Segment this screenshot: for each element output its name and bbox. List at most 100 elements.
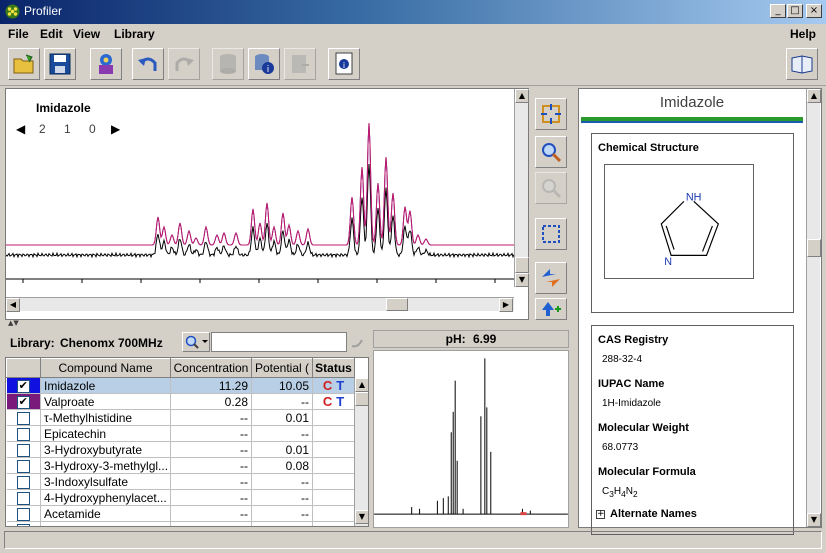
search-mode-button[interactable]: [182, 332, 210, 352]
col-concentration[interactable]: Concentration: [170, 358, 252, 378]
table-row[interactable]: τ-Methylhistidine -- 0.01: [6, 409, 355, 426]
zoom-in-button[interactable]: [535, 136, 567, 168]
table-row[interactable]: Acetamide -- --: [6, 505, 355, 522]
table-row[interactable]: 4-Hydroxyphenylacet... -- --: [6, 489, 355, 506]
menu-edit[interactable]: Edit: [40, 27, 63, 41]
status-c-badge[interactable]: C: [323, 394, 332, 409]
menu-file[interactable]: File: [8, 27, 29, 41]
info-v-scrollbar[interactable]: ▲ ▼: [806, 89, 821, 527]
row-checkbox[interactable]: [16, 427, 30, 441]
export-button[interactable]: [284, 48, 316, 80]
row-checkbox-cell[interactable]: [6, 441, 41, 458]
database-info-button[interactable]: i: [248, 48, 280, 80]
row-checkbox[interactable]: [16, 411, 30, 425]
row-checkbox[interactable]: [16, 491, 30, 505]
info-scroll-up-icon[interactable]: ▲: [807, 89, 821, 103]
menu-help[interactable]: Help: [790, 27, 816, 41]
close-button[interactable]: ×: [806, 4, 822, 18]
overview-spectrum[interactable]: [373, 350, 569, 528]
shift-button[interactable]: [535, 262, 567, 294]
concentration-value: --: [170, 441, 252, 458]
row-checkbox[interactable]: [16, 507, 30, 521]
row-checkbox[interactable]: ✔: [16, 379, 30, 393]
row-checkbox-cell[interactable]: [6, 457, 41, 474]
row-checkbox-cell[interactable]: [6, 409, 41, 426]
table-row[interactable]: 3-Hydroxy-3-methylgl... -- 0.08: [6, 457, 355, 474]
database-button[interactable]: [212, 48, 244, 80]
fit-view-button[interactable]: [535, 98, 567, 130]
v-scroll-thumb[interactable]: [515, 257, 529, 273]
nav-next-icon[interactable]: ▶: [111, 122, 121, 136]
status-c-badge[interactable]: C: [323, 378, 332, 393]
status-bar: [4, 531, 822, 549]
splitter-arrows[interactable]: ▲▼: [8, 320, 28, 327]
library-search-input[interactable]: [211, 332, 347, 352]
row-checkbox[interactable]: [16, 523, 30, 526]
redo-button[interactable]: [168, 48, 200, 80]
save-button[interactable]: [44, 48, 76, 80]
table-row[interactable]: [6, 521, 355, 526]
row-checkbox-cell[interactable]: [6, 473, 41, 490]
spectrum-plot[interactable]: Imidazole ◀ 2 1 0 ▶ 1.55 1.50 1.45 1.40 1.35…: [6, 89, 514, 287]
row-checkbox[interactable]: ✔: [16, 395, 30, 409]
col-potential[interactable]: Potential (: [251, 358, 313, 378]
toolbar: i i: [0, 44, 826, 86]
potential-value: [251, 521, 313, 526]
row-checkbox[interactable]: [16, 475, 30, 489]
menu-library[interactable]: Library: [114, 27, 155, 41]
alternate-names-toggle[interactable]: +: [596, 510, 605, 519]
nav-prev-icon[interactable]: ◀: [16, 122, 26, 136]
profile-button[interactable]: [90, 48, 122, 80]
alternate-names-label[interactable]: Alternate Names: [610, 508, 697, 520]
scroll-up-icon[interactable]: ▲: [515, 89, 529, 103]
row-checkbox[interactable]: [16, 443, 30, 457]
table-scroll-thumb[interactable]: [355, 392, 368, 406]
add-compound-button[interactable]: [535, 298, 567, 320]
open-button[interactable]: [8, 48, 40, 80]
table-row[interactable]: ✔ Valproate 0.28 -- C T: [6, 393, 355, 410]
ph-label: pH:: [445, 332, 466, 346]
h-scroll-thumb[interactable]: [386, 298, 408, 311]
table-scroll-down-icon[interactable]: ▼: [355, 510, 368, 524]
row-checkbox-cell[interactable]: ✔: [6, 393, 41, 410]
row-checkbox-cell[interactable]: ✔: [6, 377, 41, 394]
level-2[interactable]: 2: [39, 122, 46, 136]
status-t-badge[interactable]: T: [336, 394, 344, 409]
row-checkbox[interactable]: [16, 459, 30, 473]
library-book-button[interactable]: [786, 48, 818, 80]
table-row[interactable]: 3-Hydroxybutyrate -- 0.01: [6, 441, 355, 458]
maximize-button[interactable]: □: [787, 4, 803, 18]
row-checkbox-cell[interactable]: [6, 425, 41, 442]
scroll-left-icon[interactable]: ◀: [6, 298, 20, 312]
row-checkbox-cell[interactable]: [6, 489, 41, 506]
level-0[interactable]: 0: [89, 122, 96, 136]
info-scroll-thumb[interactable]: [807, 239, 821, 257]
col-status[interactable]: Status: [312, 358, 355, 378]
status-cell: CT: [312, 393, 355, 410]
level-1[interactable]: 1: [64, 122, 71, 136]
col-compound-name[interactable]: Compound Name: [40, 358, 171, 378]
spectrum-v-scrollbar[interactable]: ▲ ▼: [514, 89, 529, 287]
window-title: Profiler: [24, 4, 63, 18]
row-checkbox-cell[interactable]: [6, 521, 41, 526]
table-row[interactable]: ✔ Imidazole 11.29 10.05 C T: [6, 377, 355, 394]
undo-button[interactable]: [132, 48, 164, 80]
table-row[interactable]: 3-Indoxylsulfate -- --: [6, 473, 355, 490]
minimize-button[interactable]: _: [770, 4, 786, 18]
clear-search-button[interactable]: [348, 332, 368, 352]
zoom-out-button[interactable]: [535, 172, 567, 204]
table-v-scrollbar[interactable]: ▲ ▼: [354, 378, 368, 526]
table-scroll-up-icon[interactable]: ▲: [355, 378, 368, 392]
select-region-button[interactable]: [535, 218, 567, 250]
scroll-down-icon[interactable]: ▼: [515, 273, 529, 287]
table-row[interactable]: Epicatechin -- --: [6, 425, 355, 442]
scroll-right-icon[interactable]: ▶: [499, 298, 513, 312]
status-t-badge[interactable]: T: [336, 378, 344, 393]
spectrum-h-scrollbar[interactable]: ◀ ▶: [6, 297, 514, 312]
atom-n: N: [664, 256, 672, 268]
info-scroll-down-icon[interactable]: ▼: [807, 513, 821, 527]
title-bar: Profiler _ □ ×: [0, 0, 826, 24]
row-checkbox-cell[interactable]: [6, 505, 41, 522]
info-button[interactable]: i: [328, 48, 360, 80]
menu-view[interactable]: View: [73, 27, 100, 41]
